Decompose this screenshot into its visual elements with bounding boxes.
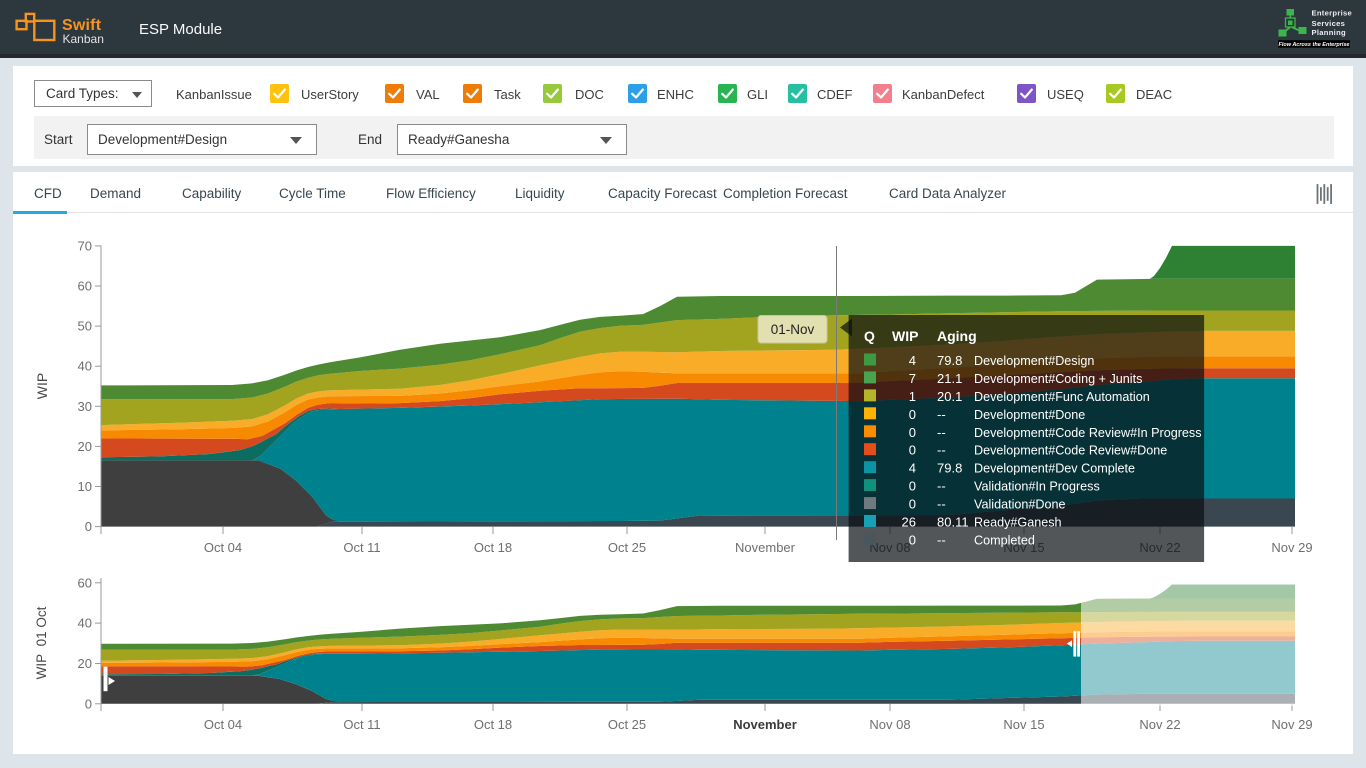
svg-text:Oct 25: Oct 25 [608, 717, 646, 732]
svg-text:Development#Done: Development#Done [974, 408, 1085, 422]
svg-text:50: 50 [78, 319, 92, 334]
svg-text:Oct 11: Oct 11 [343, 717, 380, 732]
svg-text:Development#Func Automation: Development#Func Automation [974, 390, 1150, 404]
svg-text:1: 1 [909, 389, 916, 404]
svg-text:Development#Code Review#Done: Development#Code Review#Done [974, 444, 1167, 458]
svg-text:--: -- [937, 407, 946, 422]
svg-text:21.1: 21.1 [937, 371, 962, 386]
svg-text:Completed: Completed [974, 534, 1035, 548]
svg-text:7: 7 [909, 371, 916, 386]
svg-text:4: 4 [909, 353, 916, 368]
svg-text:0: 0 [909, 533, 916, 548]
svg-text:Oct 04: Oct 04 [204, 717, 242, 732]
svg-text:November: November [733, 717, 797, 732]
svg-text:0: 0 [909, 479, 916, 494]
svg-text:Nov 22: Nov 22 [1139, 717, 1180, 732]
svg-text:70: 70 [78, 238, 92, 253]
svg-text:40: 40 [78, 616, 92, 631]
svg-text:10: 10 [78, 479, 92, 494]
svg-text:Ready#Ganesh: Ready#Ganesh [974, 516, 1062, 530]
svg-text:0: 0 [909, 443, 916, 458]
svg-text:20: 20 [78, 439, 92, 454]
svg-text:20.1: 20.1 [937, 389, 962, 404]
svg-text:Q: Q [864, 328, 875, 344]
svg-text:--: -- [937, 425, 946, 440]
svg-text:Nov 15: Nov 15 [1003, 717, 1044, 732]
svg-text:Oct 18: Oct 18 [474, 717, 512, 732]
svg-text:0: 0 [909, 425, 916, 440]
svg-text:Development#Design: Development#Design [974, 354, 1094, 368]
svg-text:60: 60 [78, 279, 92, 294]
svg-text:0: 0 [85, 519, 92, 534]
svg-text:80.11: 80.11 [937, 515, 969, 530]
svg-text:0: 0 [909, 497, 916, 512]
svg-text:Nov 08: Nov 08 [869, 717, 910, 732]
svg-text:0: 0 [85, 696, 92, 711]
svg-text:--: -- [937, 497, 946, 512]
svg-text:26: 26 [902, 515, 916, 530]
svg-text:Nov 29: Nov 29 [1271, 540, 1312, 555]
svg-text:30: 30 [78, 399, 92, 414]
svg-text:Oct 04: Oct 04 [204, 540, 242, 555]
svg-text:79.8: 79.8 [937, 461, 962, 476]
svg-text:Oct 18: Oct 18 [474, 540, 512, 555]
svg-text:Validation#In Progress: Validation#In Progress [974, 480, 1100, 494]
svg-text:November: November [735, 540, 796, 555]
svg-text:Aging: Aging [937, 328, 977, 344]
svg-text:4: 4 [909, 461, 916, 476]
svg-text:Oct 11: Oct 11 [343, 540, 380, 555]
svg-text:Nov 29: Nov 29 [1271, 717, 1312, 732]
svg-text:Development#Coding + Junits: Development#Coding + Junits [974, 372, 1142, 386]
svg-text:0: 0 [909, 407, 916, 422]
svg-text:--: -- [937, 533, 946, 548]
svg-text:WIP: WIP [892, 328, 918, 344]
svg-text:40: 40 [78, 359, 92, 374]
svg-text:01-Nov: 01-Nov [771, 322, 815, 337]
svg-text:20: 20 [78, 656, 92, 671]
svg-text:--: -- [937, 443, 946, 458]
svg-text:Development#Code Review#In Pro: Development#Code Review#In Progress [974, 426, 1202, 440]
svg-text:Development#Dev Complete: Development#Dev Complete [974, 462, 1135, 476]
svg-text:WIP: WIP [34, 373, 50, 399]
svg-text:WIP 01 Oct: WIP 01 Oct [34, 606, 49, 679]
svg-text:60: 60 [78, 575, 92, 590]
svg-text:Validation#Done: Validation#Done [974, 498, 1066, 512]
svg-text:79.8: 79.8 [937, 353, 962, 368]
svg-text:--: -- [937, 479, 946, 494]
svg-text:Oct 25: Oct 25 [608, 540, 646, 555]
